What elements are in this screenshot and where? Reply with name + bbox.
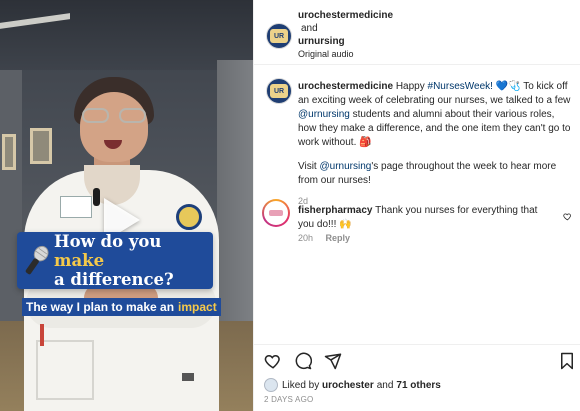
post-timestamp: 2 DAYS AGO bbox=[264, 395, 314, 404]
divider bbox=[254, 344, 580, 345]
audio-link[interactable]: Original audio bbox=[298, 48, 393, 61]
belt-clip bbox=[182, 373, 194, 381]
wall-frame bbox=[2, 134, 16, 170]
comment-age: 20h bbox=[298, 233, 314, 243]
uniform-patch bbox=[176, 204, 202, 230]
caption-prefix: The way I plan to make an bbox=[26, 300, 175, 314]
header-account-2[interactable]: urnursing bbox=[298, 35, 393, 48]
liker-link[interactable]: urochester bbox=[322, 380, 374, 391]
wall-frame bbox=[30, 128, 52, 164]
video-caption: The way I plan to make an impact bbox=[22, 298, 221, 316]
name-badge bbox=[60, 196, 92, 218]
post-panel: UR urochestermedicine and urnursing Orig… bbox=[253, 0, 580, 411]
question-highlight: make bbox=[54, 251, 105, 270]
ur-logo-icon: UR bbox=[270, 29, 288, 43]
caption-author[interactable]: urochestermedicine bbox=[298, 81, 393, 92]
ceiling bbox=[0, 0, 253, 70]
ur-logo-icon: UR bbox=[270, 84, 288, 98]
mention-link[interactable]: @urnursing bbox=[298, 109, 350, 120]
background-door bbox=[217, 60, 253, 340]
heart-icon[interactable] bbox=[264, 352, 282, 370]
reel-video[interactable]: How do you make a difference? The way I … bbox=[0, 0, 253, 411]
reply-button[interactable]: Reply bbox=[326, 233, 351, 243]
caption-text: Happy bbox=[395, 81, 425, 92]
divider bbox=[254, 64, 580, 65]
wall-pillar bbox=[0, 70, 22, 330]
avatar[interactable]: UR bbox=[266, 23, 292, 49]
lapel-microphone bbox=[93, 188, 100, 206]
bookmark-icon[interactable] bbox=[558, 352, 576, 370]
likes-and: and bbox=[376, 379, 394, 391]
question-line2: a difference? bbox=[54, 270, 174, 289]
likes-others-link[interactable]: 71 others bbox=[396, 380, 440, 391]
hashtag-link[interactable]: #NursesWeek! bbox=[428, 81, 493, 92]
caption-text: Visit bbox=[298, 161, 317, 172]
glasses bbox=[82, 108, 146, 124]
microphone-icon bbox=[17, 232, 54, 289]
caption-highlight: impact bbox=[178, 300, 217, 314]
share-icon[interactable] bbox=[324, 352, 342, 370]
pocket-pen bbox=[40, 324, 44, 346]
comment-meta: 20h Reply bbox=[298, 233, 350, 243]
header-account-1[interactable]: urochestermedicine bbox=[298, 9, 393, 22]
avatar[interactable] bbox=[262, 199, 290, 227]
post-header: urochestermedicine and urnursing Origina… bbox=[298, 9, 393, 61]
action-bar bbox=[264, 352, 342, 370]
question-prefix: How do you bbox=[54, 232, 162, 251]
question-text: How do you make a difference? bbox=[54, 232, 213, 289]
avatar[interactable] bbox=[264, 378, 278, 392]
question-card: How do you make a difference? bbox=[17, 232, 213, 289]
likes-prefix: Liked by bbox=[282, 379, 320, 391]
comment-author[interactable]: fisherpharmacy bbox=[298, 205, 372, 216]
heart-stethoscope-emoji: 💙🩺 bbox=[495, 81, 521, 92]
nurse-face bbox=[80, 92, 148, 162]
likes-summary: Liked by urochester and 71 others bbox=[264, 378, 441, 392]
mention-link[interactable]: @urnursing bbox=[320, 161, 372, 172]
comment-icon[interactable] bbox=[294, 352, 312, 370]
header-and: and bbox=[301, 23, 318, 34]
backpack-emoji: 🎒 bbox=[359, 137, 372, 148]
comment: fisherpharmacy Thank you nurses for ever… bbox=[298, 204, 554, 232]
avatar[interactable]: UR bbox=[266, 78, 292, 104]
post-caption: urochestermedicine Happy #NursesWeek! 💙🩺… bbox=[298, 80, 574, 208]
heart-icon[interactable] bbox=[563, 208, 572, 226]
uniform-pocket bbox=[36, 340, 94, 400]
